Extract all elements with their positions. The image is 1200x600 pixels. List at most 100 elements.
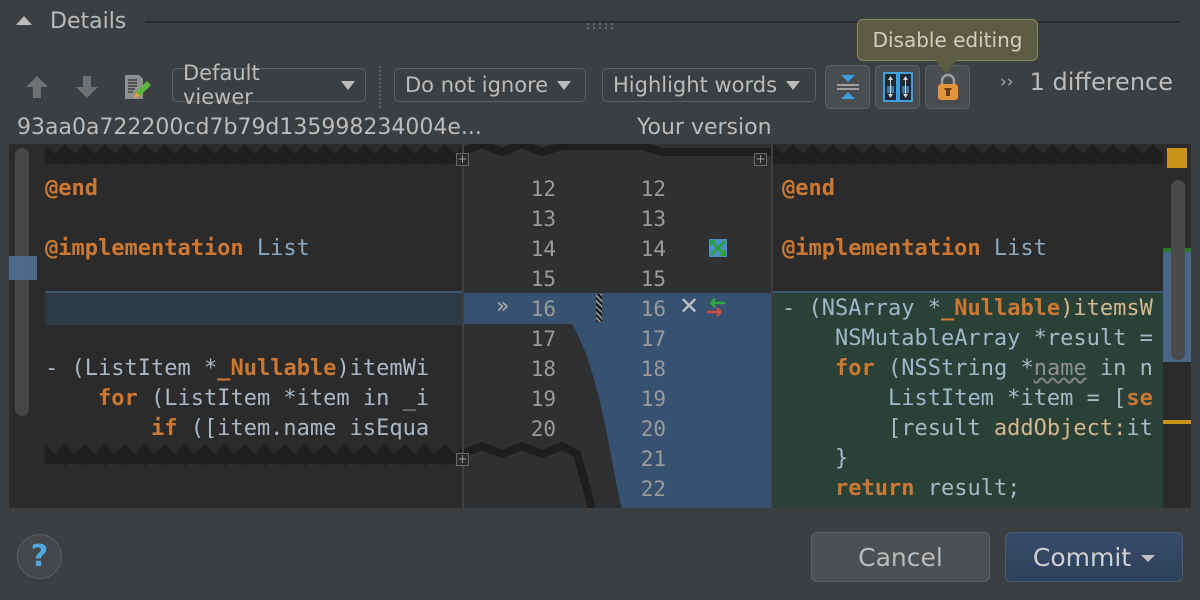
previous-difference-button[interactable] — [22, 72, 52, 102]
highlight-select-value: Highlight words — [613, 73, 778, 97]
code-token: *result = — [1020, 326, 1153, 351]
ignore-select[interactable]: Do not ignore — [394, 68, 586, 102]
line-number: 13 — [640, 207, 666, 231]
difference-count-label: 1 difference — [1029, 68, 1173, 96]
line-number: 18 — [640, 357, 666, 381]
swap-arrows-icon[interactable] — [705, 298, 727, 318]
left-code: @end @implementation List - (ListItem *_… — [45, 174, 429, 444]
help-button[interactable]: ? — [17, 534, 62, 579]
code-token: )itemsW — [1060, 296, 1153, 321]
line-number: 14 — [530, 237, 556, 261]
edit-source-button[interactable] — [122, 72, 152, 102]
code-line: - (NSArray *_Nullable)itemsW — [782, 294, 1153, 324]
expand-merge-icon[interactable] — [709, 239, 727, 257]
code-line: [result addObject:it — [782, 414, 1153, 444]
code-line: @end — [782, 174, 1153, 204]
code-token: if — [150, 416, 178, 441]
cancel-button-label: Cancel — [858, 542, 943, 572]
code-token: * — [914, 296, 941, 321]
line-number: 16 — [640, 297, 666, 321]
code-token: (ListItem *item in _i — [137, 386, 430, 411]
line-number: 15 — [640, 267, 666, 291]
code-line: return result; — [782, 474, 1153, 504]
code-line: @end — [45, 174, 429, 204]
code-token: ListItem — [887, 386, 994, 411]
sync-scrolling-toggle[interactable] — [875, 65, 920, 109]
right-editor-pane[interactable]: @end @implementation List - (NSArray *_N… — [773, 144, 1163, 508]
line-number: 16 — [530, 297, 556, 321]
expand-fold-button[interactable]: + — [456, 153, 469, 166]
code-token: _Nullable — [940, 296, 1061, 321]
next-difference-button[interactable] — [72, 72, 102, 102]
code-token: NSMutableArray — [834, 326, 1021, 351]
code-line: - (ListItem *_Nullable)itemWi — [45, 354, 429, 384]
code-token: addObject: — [993, 416, 1127, 441]
cancel-button[interactable]: Cancel — [811, 532, 990, 582]
code-token: } — [782, 446, 849, 471]
inspection-status-icon[interactable] — [1167, 148, 1187, 168]
collapsed-region-top — [45, 144, 462, 166]
code-token: @end — [45, 176, 98, 201]
line-number: 21 — [640, 447, 666, 471]
line-number: 14 — [640, 237, 666, 261]
code-token: NSString — [901, 356, 1008, 381]
highlight-select[interactable]: Highlight words — [602, 68, 816, 102]
line-number: 19 — [640, 387, 666, 411]
apply-change-chevron-icon[interactable]: » — [496, 294, 509, 319]
left-editor-pane[interactable]: @end @implementation List - (ListItem *_… — [9, 144, 462, 508]
collapse-unchanged-toggle[interactable] — [825, 65, 870, 109]
question-mark-icon: ? — [30, 539, 49, 574]
expand-fold-button[interactable]: + — [456, 453, 469, 466]
collapsed-connector-top — [462, 144, 772, 157]
arrow-down-icon — [76, 76, 98, 98]
left-line-numbers: 12 13 14 15 16 17 18 19 20 — [516, 174, 556, 444]
discard-change-x-icon[interactable]: ✕ — [679, 292, 699, 320]
line-number: 15 — [530, 267, 556, 291]
code-token: return — [834, 476, 915, 501]
expand-fold-button[interactable]: + — [754, 153, 767, 166]
line-number: 20 — [530, 417, 556, 441]
code-token: ( — [874, 356, 902, 381]
code-line: if ([item.name isEqua — [45, 414, 429, 444]
change-splitter-handle[interactable] — [596, 294, 602, 322]
code-token: List — [243, 236, 310, 261]
right-scrollbar-thumb[interactable] — [1171, 180, 1185, 360]
viewer-select[interactable]: Default viewer — [172, 61, 366, 109]
arrow-up-icon — [26, 76, 48, 98]
code-token: se — [1126, 386, 1153, 411]
commit-button[interactable]: Commit — [1005, 532, 1183, 582]
collapse-triangle-icon[interactable] — [16, 16, 32, 25]
line-number: 13 — [530, 207, 556, 231]
line-number: 12 — [640, 177, 666, 201]
right-version-title: Your version — [637, 115, 772, 140]
code-line: } — [782, 444, 1153, 474]
chevron-down-icon — [341, 80, 355, 90]
line-number: 20 — [640, 417, 666, 441]
right-code: @end @implementation List - (NSArray *_N… — [782, 174, 1153, 504]
code-token: List — [980, 236, 1047, 261]
code-token: in n — [1086, 356, 1153, 381]
code-token: @implementation — [45, 236, 244, 261]
left-revision-title: 93aa0a722200cd7b79d135998234004e... — [17, 115, 482, 140]
code-token: result; — [914, 476, 1021, 501]
lock-icon — [937, 73, 958, 100]
change-band — [462, 293, 772, 508]
warning-marker[interactable] — [1163, 420, 1191, 424]
code-line: for (ListItem *item in _i — [45, 384, 429, 414]
synchronize-scrolling-icon — [882, 72, 913, 102]
splitter-grip-handle[interactable] — [585, 22, 615, 30]
left-scrollbar-thumb[interactable] — [15, 148, 29, 416]
code-token: )itemWi — [336, 356, 430, 381]
line-number: 17 — [530, 327, 556, 351]
code-line: @implementation List — [45, 234, 429, 264]
left-scrollbar-change-marker — [9, 256, 37, 280]
collapsed-region-bottom — [45, 444, 462, 466]
